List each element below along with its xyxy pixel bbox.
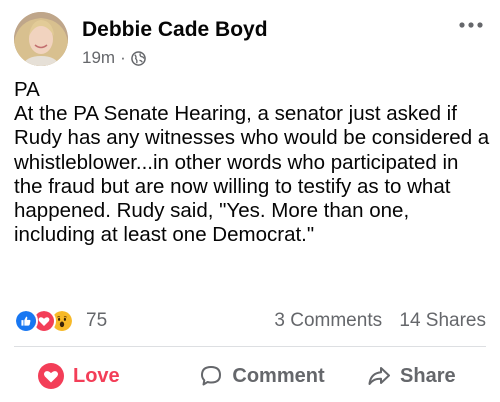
post-text: PA At the PA Senate Hearing, a senator j… bbox=[14, 78, 490, 247]
comment-button[interactable]: Comment bbox=[187, 356, 336, 396]
post-text-line: PA bbox=[14, 78, 40, 101]
comment-button-label: Comment bbox=[232, 364, 325, 387]
meta-separator: · bbox=[120, 48, 126, 67]
action-bar: Love Comment Share bbox=[14, 356, 486, 396]
share-button[interactable]: Share bbox=[337, 356, 486, 396]
reactions-summary: 75 3 Comments 14 Shares bbox=[14, 306, 486, 336]
share-icon bbox=[368, 367, 391, 385]
love-button[interactable]: Love bbox=[14, 356, 187, 396]
more-options-icon[interactable] bbox=[458, 18, 484, 32]
reaction-icons[interactable] bbox=[14, 309, 82, 333]
love-icon bbox=[38, 363, 64, 389]
share-button-label: Share bbox=[400, 364, 456, 387]
shares-count[interactable]: 14 Shares bbox=[399, 310, 486, 331]
author-name[interactable]: Debbie Cade Boyd bbox=[82, 18, 268, 42]
reaction-count[interactable]: 75 bbox=[86, 310, 107, 332]
post-time[interactable]: 19m bbox=[82, 48, 115, 68]
avatar[interactable] bbox=[14, 12, 68, 66]
comments-count[interactable]: 3 Comments bbox=[274, 310, 382, 331]
post-text-line: At the PA Senate Hearing, a senator just… bbox=[14, 102, 490, 247]
divider bbox=[14, 346, 486, 347]
post-header: Debbie Cade Boyd 19m · bbox=[14, 12, 486, 72]
comment-icon bbox=[201, 366, 222, 386]
post-meta: 19m · bbox=[82, 48, 146, 68]
globe-icon bbox=[130, 50, 146, 66]
like-icon bbox=[14, 309, 38, 333]
engagement-stats: 3 Comments 14 Shares bbox=[274, 310, 486, 332]
love-button-label: Love bbox=[73, 364, 120, 387]
